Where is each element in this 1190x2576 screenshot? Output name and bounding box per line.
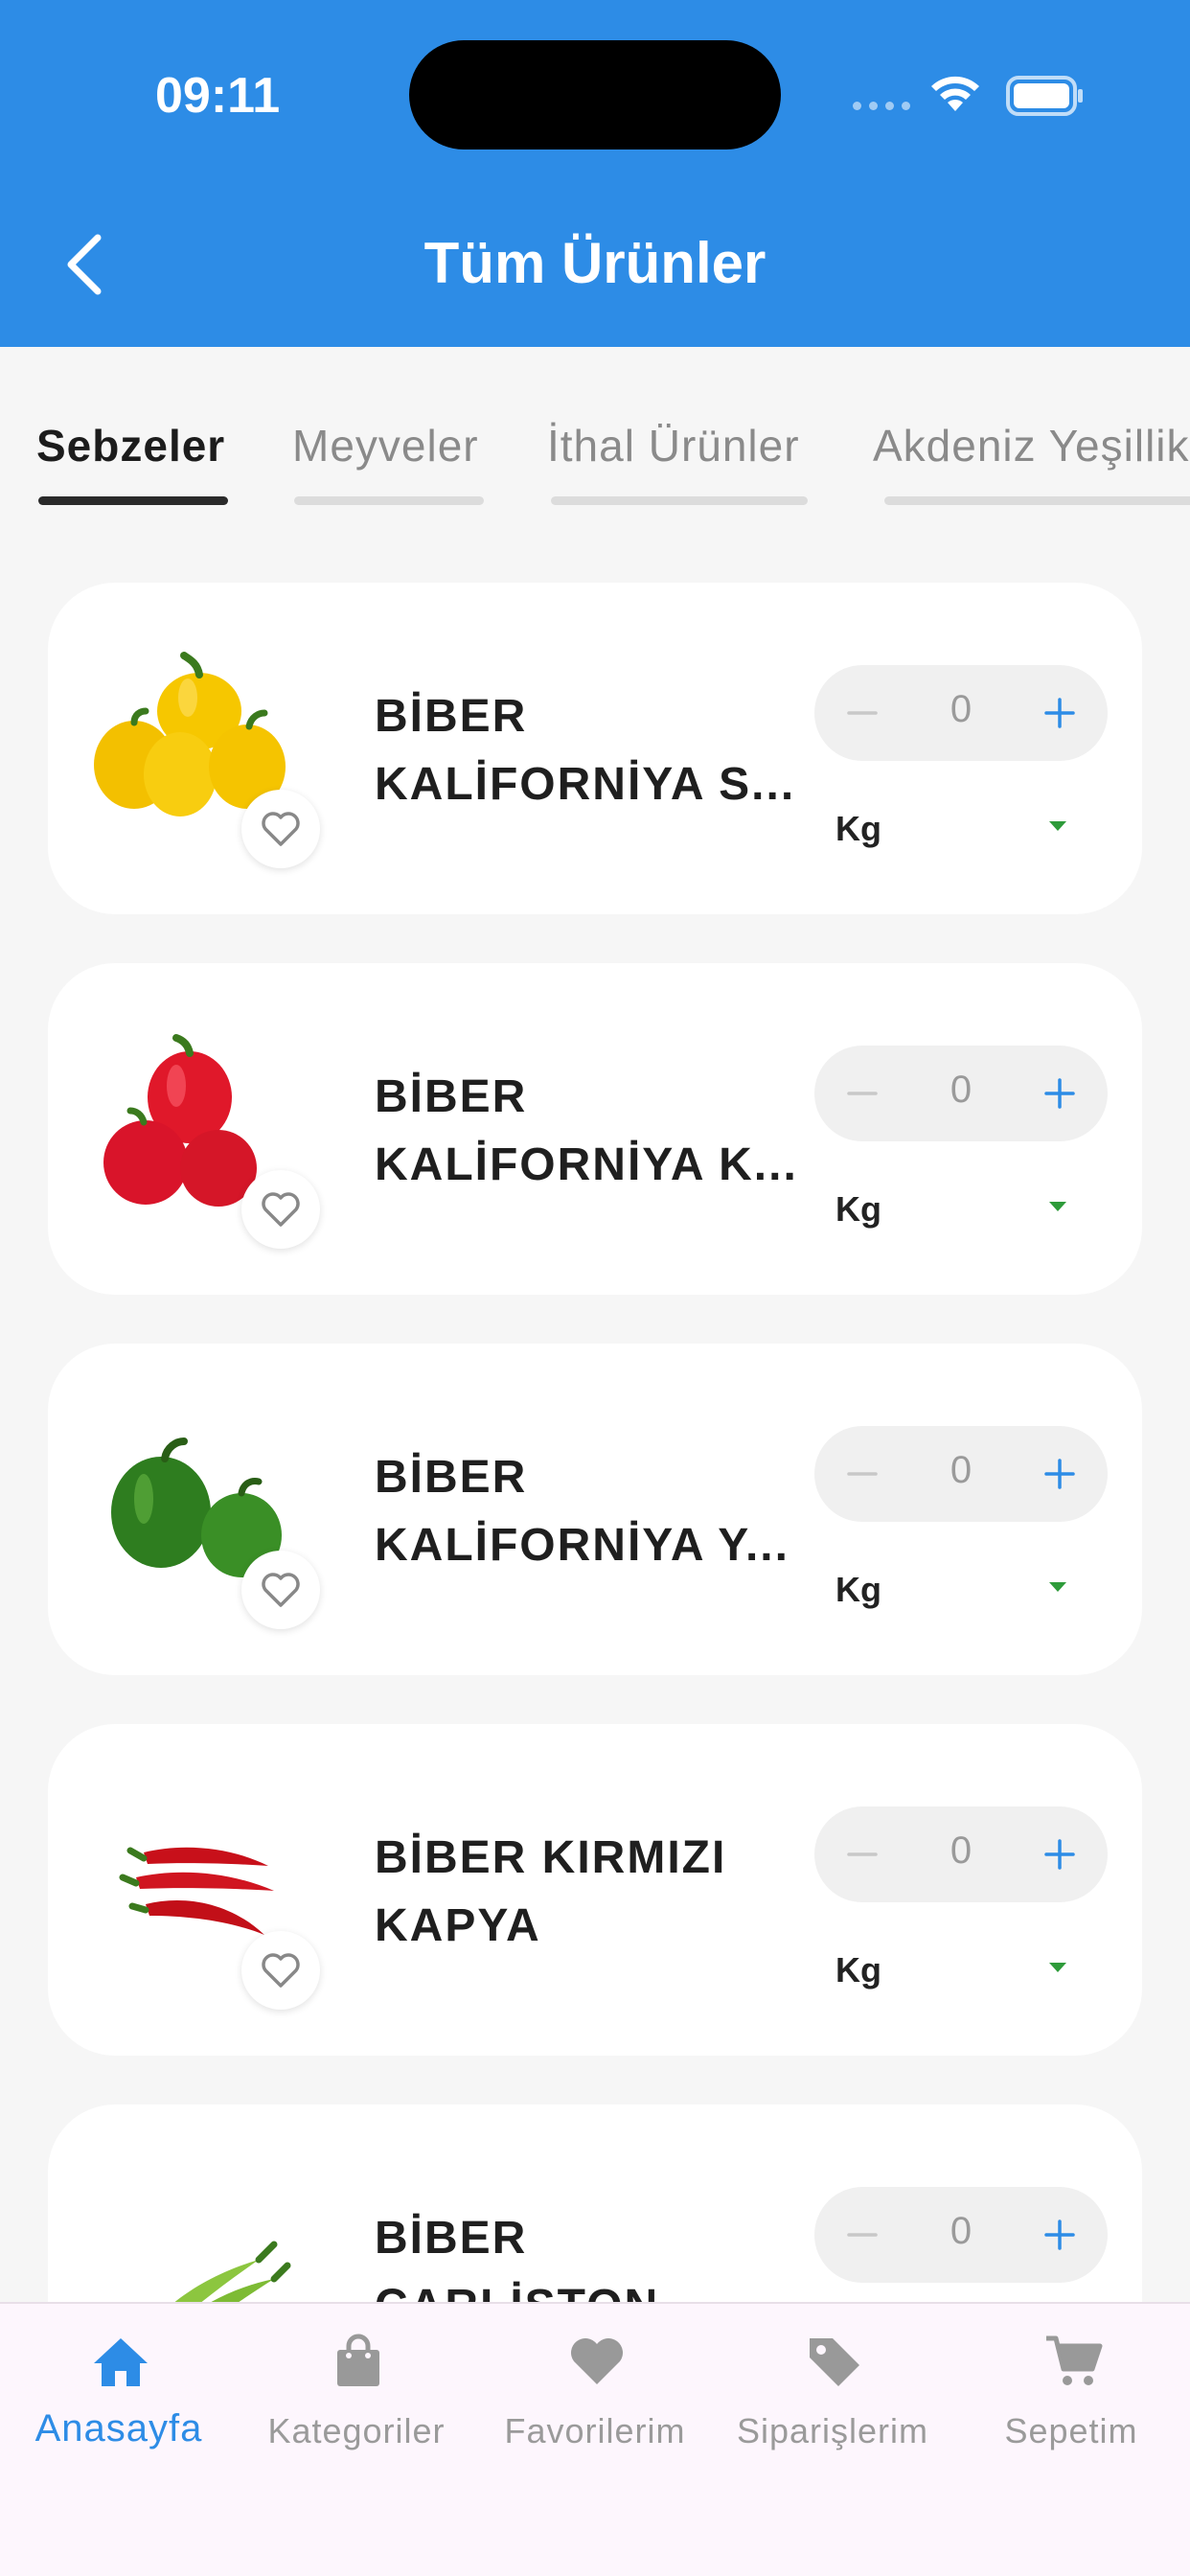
heart-outline-icon xyxy=(262,1573,300,1607)
decrease-button[interactable] xyxy=(839,1070,885,1116)
status-time: 09:11 xyxy=(155,68,281,124)
quantity-stepper: 0 xyxy=(814,1046,1108,1141)
caret-down-icon[interactable] xyxy=(1048,820,1067,832)
favorite-button[interactable] xyxy=(241,1170,320,1249)
cellular-signal-icon xyxy=(853,102,910,110)
nav-label: Kategoriler xyxy=(267,2411,446,2450)
product-list[interactable]: BİBER KALİFORNİYA S... 0 Kg BİBER KALİFO… xyxy=(0,519,1190,2302)
tag-icon xyxy=(810,2338,859,2386)
tab-label: Sebzeler xyxy=(36,421,226,471)
quantity-value: 0 xyxy=(950,688,973,730)
bottom-navigation: Anasayfa Kategoriler Favorilerim Sipariş… xyxy=(0,2302,1190,2576)
nav-label: Siparişlerim xyxy=(736,2411,929,2450)
caret-down-icon[interactable] xyxy=(1048,1581,1067,1593)
quantity-value: 0 xyxy=(950,1069,973,1111)
nav-label: Anasayfa xyxy=(34,2407,203,2450)
caret-down-icon[interactable] xyxy=(1048,1962,1067,1973)
wifi-icon xyxy=(931,76,979,111)
decrease-button[interactable] xyxy=(839,1831,885,1877)
tab-label: İthal Ürünler xyxy=(547,421,800,471)
favorite-button[interactable] xyxy=(241,1931,320,2010)
product-name: BİBER KALİFORNİYA K... xyxy=(375,1071,798,1190)
product-card[interactable]: BİBER KIRMIZI KAPYA 0 Kg xyxy=(48,1724,1142,2056)
unit-dropdown-label[interactable]: Kg xyxy=(835,1189,881,1230)
product-name: BİBER KIRMIZI KAPYA xyxy=(375,1832,727,1951)
quantity-value: 0 xyxy=(950,2210,973,2252)
tab-label: Meyveler xyxy=(292,421,479,471)
decrease-button[interactable] xyxy=(839,1451,885,1497)
unit-dropdown-label[interactable]: Kg xyxy=(835,1570,881,1610)
nav-item-sepetim[interactable]: Sepetim xyxy=(952,2304,1190,2515)
heart-outline-icon xyxy=(262,812,300,846)
tab-underline xyxy=(38,496,228,505)
product-name: BİBER ÇARLİSTON xyxy=(375,2213,657,2302)
tab-underline xyxy=(551,496,808,505)
increase-button[interactable] xyxy=(1037,1451,1083,1497)
app-header: 09:11 Tüm Ürünler xyxy=(0,0,1190,347)
battery-icon xyxy=(1006,76,1083,116)
increase-button[interactable] xyxy=(1037,1070,1083,1116)
heart-icon xyxy=(571,2338,623,2384)
nav-item-kategoriler[interactable]: Kategoriler xyxy=(238,2304,475,2515)
home-icon xyxy=(94,2338,148,2386)
caret-down-icon[interactable] xyxy=(1048,1201,1067,1212)
cart-icon xyxy=(1046,2335,1103,2385)
tab-underline xyxy=(884,496,1190,505)
decrease-button[interactable] xyxy=(839,2212,885,2258)
favorite-button[interactable] xyxy=(241,790,320,868)
shopping-bag-icon xyxy=(337,2334,379,2386)
page-title: Tüm Ürünler xyxy=(423,231,767,295)
nav-item-anasayfa[interactable]: Anasayfa xyxy=(0,2304,238,2515)
increase-button[interactable] xyxy=(1037,690,1083,736)
product-card[interactable]: BİBER ÇARLİSTON 0 xyxy=(48,2104,1142,2302)
increase-button[interactable] xyxy=(1037,1831,1083,1877)
green-charleston-pepper-image xyxy=(174,2241,291,2302)
product-card[interactable]: BİBER KALİFORNİYA S... 0 Kg xyxy=(48,583,1142,914)
quantity-stepper: 0 xyxy=(814,1426,1108,1522)
favorite-button[interactable] xyxy=(241,1551,320,1629)
heart-outline-icon xyxy=(262,1192,300,1227)
quantity-stepper: 0 xyxy=(814,2187,1108,2283)
increase-button[interactable] xyxy=(1037,2212,1083,2258)
category-tabs: Sebzeler Meyveler İthal Ürünler Akdeniz … xyxy=(0,347,1190,519)
nav-item-siparislerim[interactable]: Siparişlerim xyxy=(714,2304,951,2515)
tab-label: Akdeniz Yeşillik xyxy=(873,421,1190,471)
quantity-value: 0 xyxy=(950,1449,973,1491)
product-card[interactable]: BİBER KALİFORNİYA Y... 0 Kg xyxy=(48,1344,1142,1675)
dynamic-island xyxy=(409,40,781,150)
product-name: BİBER KALİFORNİYA S... xyxy=(375,691,796,810)
quantity-stepper: 0 xyxy=(814,665,1108,761)
heart-outline-icon xyxy=(262,1953,300,1988)
tab-underline xyxy=(294,496,484,505)
nav-label: Favorilerim xyxy=(504,2411,686,2450)
decrease-button[interactable] xyxy=(839,690,885,736)
nav-label: Sepetim xyxy=(1004,2411,1138,2450)
nav-item-favorilerim[interactable]: Favorilerim xyxy=(476,2304,714,2515)
unit-dropdown-label[interactable]: Kg xyxy=(835,1950,881,1990)
product-name: BİBER KALİFORNİYA Y... xyxy=(375,1452,790,1571)
quantity-stepper: 0 xyxy=(814,1806,1108,1902)
quantity-value: 0 xyxy=(950,1829,973,1872)
unit-dropdown-label[interactable]: Kg xyxy=(835,809,881,849)
product-card[interactable]: BİBER KALİFORNİYA K... 0 Kg xyxy=(48,963,1142,1295)
